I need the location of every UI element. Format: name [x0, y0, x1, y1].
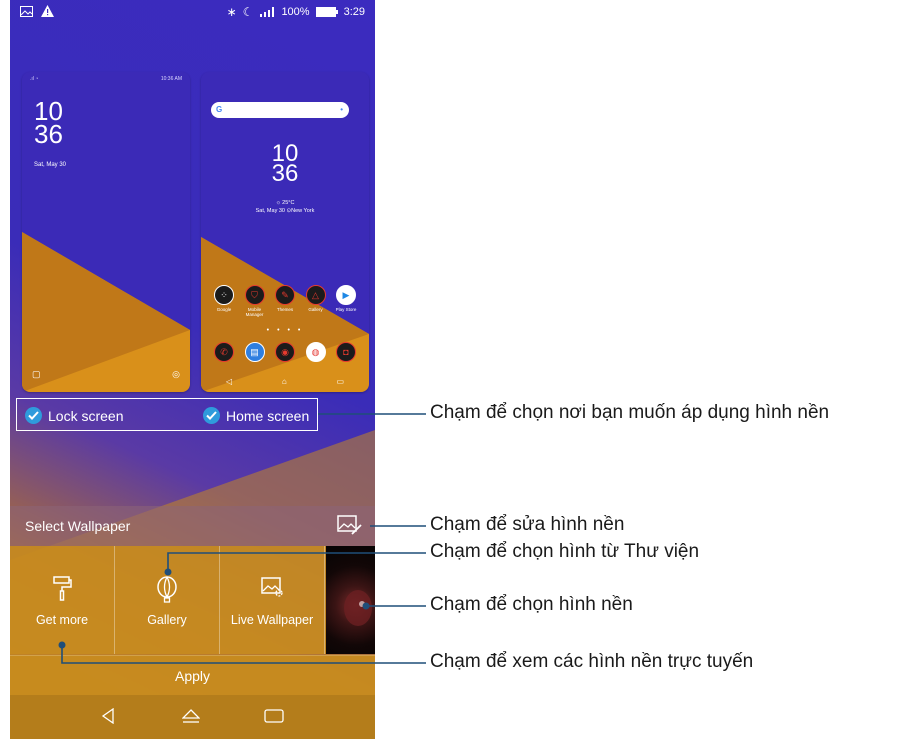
warning-icon	[41, 5, 54, 17]
app-row-1: ⁘ Google ⛉ Mobile Manager ✎ Themes △ Gallery…	[209, 285, 361, 317]
home-screen-option[interactable]: Home screen	[203, 407, 309, 424]
status-bar: ∗ ☾ 100% 3:29	[10, 0, 375, 22]
mic-icon: •	[340, 105, 343, 114]
mini-recents-icon: ▭	[336, 377, 345, 386]
home-clock: 10 36	[201, 142, 369, 187]
get-more-button[interactable]: Get more	[10, 546, 115, 654]
home-weather: ☼ 25°C Sat, May 30 ⊙New York	[201, 199, 369, 215]
lock-screen-option[interactable]: Lock screen	[25, 407, 123, 424]
wallpaper-thumbnail[interactable]	[326, 546, 375, 654]
app-google: ⁘ Google	[209, 285, 239, 317]
lock-screen-label: Lock screen	[48, 407, 124, 424]
apply-target-selector: Lock screen Home screen	[16, 398, 318, 431]
camera-icon: ◎	[172, 369, 180, 379]
get-more-label: Get more	[35, 613, 89, 627]
app-themes: ✎ Themes	[270, 285, 300, 317]
battery-icon	[315, 7, 338, 17]
phone-app-icon: ✆	[214, 342, 234, 362]
edit-wallpaper-icon[interactable]	[337, 514, 363, 536]
moon-icon: ☾	[242, 5, 254, 19]
live-wallpaper-label: Live Wallpaper	[230, 613, 314, 627]
temperature: ☼ 25°C	[275, 200, 295, 206]
google-icon: G	[216, 105, 223, 114]
gallery-button[interactable]: Gallery	[115, 546, 220, 654]
app-mobile-manager: ⛉ Mobile Manager	[240, 285, 270, 317]
dock-chrome: ◍	[301, 342, 331, 362]
home-screen-label: Home screen	[226, 407, 310, 424]
balloon-icon	[157, 576, 177, 603]
mini-home-icon: ⌂	[281, 377, 287, 386]
brush-icon: ✎	[275, 285, 295, 305]
mini-signal: .ıl ◔	[30, 76, 39, 82]
mini-nav: ◁ ⌂ ▭	[201, 377, 369, 386]
apply-button[interactable]: Apply	[10, 655, 375, 696]
home-clock-minute: 36	[271, 160, 299, 187]
lock-clock-minute: 36	[34, 119, 63, 149]
dock-messages: ▤	[240, 342, 270, 362]
paint-roller-icon	[53, 576, 72, 601]
google-search-bar: G •	[211, 102, 349, 118]
check-icon	[203, 407, 220, 424]
page-dots: • • • •	[266, 327, 304, 334]
phone-screen: ∗ ☾ 100% 3:29 .ıl ◔ 10:36 AM 10 36 Sat, …	[10, 0, 375, 739]
dock-camera: ◘	[331, 342, 361, 362]
chrome-icon: ◍	[305, 342, 326, 362]
dock-phone: ✆	[209, 342, 239, 362]
lock-screen-preview[interactable]: .ıl ◔ 10:36 AM 10 36 Sat, May 30 ▢ ◎	[22, 72, 190, 392]
live-wallpaper-icon	[261, 577, 283, 597]
app-play-store: ▶ Play Store	[331, 285, 361, 317]
google-app-icon: ⁘	[214, 285, 234, 305]
shield-icon: ⛉	[244, 285, 265, 305]
gallery-label: Gallery	[147, 613, 187, 627]
annotation-choose: Chạm để chọn hình nền	[430, 594, 633, 615]
play-store-icon: ▶	[336, 285, 356, 305]
check-icon	[25, 407, 42, 424]
signal-icon	[260, 7, 275, 17]
mini-time: 10:36 AM	[160, 76, 182, 82]
back-icon[interactable]	[100, 708, 116, 724]
phone-icon: ▢	[32, 369, 41, 379]
message-icon: ▤	[244, 342, 265, 362]
lock-clock: 10 36	[34, 98, 63, 149]
annotation-online: Chạm để xem các hình nền trực tuyến	[430, 651, 754, 672]
browser-icon: ◉	[275, 342, 295, 362]
bluetooth-icon: ∗	[226, 5, 237, 19]
select-wallpaper-title: Select Wallpaper	[25, 518, 131, 534]
camera-app-icon: ◘	[336, 342, 356, 362]
dock-row: ✆ ▤ ◉ ◍ ◘	[209, 342, 361, 362]
home-screen-preview[interactable]: G • 10 36 ☼ 25°C Sat, May 30 ⊙New York ⁘…	[201, 72, 369, 392]
navigation-bar	[10, 695, 375, 739]
home-icon[interactable]	[182, 708, 200, 724]
wallpaper-options: Get more Gallery Live Wallpaper	[10, 546, 375, 654]
gallery-status-icon	[20, 5, 33, 17]
recents-icon[interactable]	[264, 708, 284, 724]
annotation-gallery: Chạm để chọn hình từ Thư viện	[430, 541, 700, 562]
live-wallpaper-button[interactable]: Live Wallpaper	[220, 546, 325, 654]
annotation-apply-target: Chạm để chọn nơi bạn muốn áp dụng hình n…	[430, 402, 830, 423]
mountain-icon: △	[305, 285, 326, 305]
battery-percent: 100%	[281, 6, 310, 18]
mini-back-icon: ◁	[225, 377, 233, 386]
status-time: 3:29	[343, 6, 365, 18]
annotation-edit: Chạm để sửa hình nền	[430, 514, 625, 535]
select-wallpaper-bar: Select Wallpaper	[10, 506, 375, 546]
thumbnail-image	[344, 590, 372, 626]
dock-browser: ◉	[270, 342, 300, 362]
date-location: Sat, May 30 ⊙New York	[255, 208, 315, 214]
app-gallery: △ Gallery	[301, 285, 331, 317]
lock-date: Sat, May 30	[34, 162, 67, 168]
